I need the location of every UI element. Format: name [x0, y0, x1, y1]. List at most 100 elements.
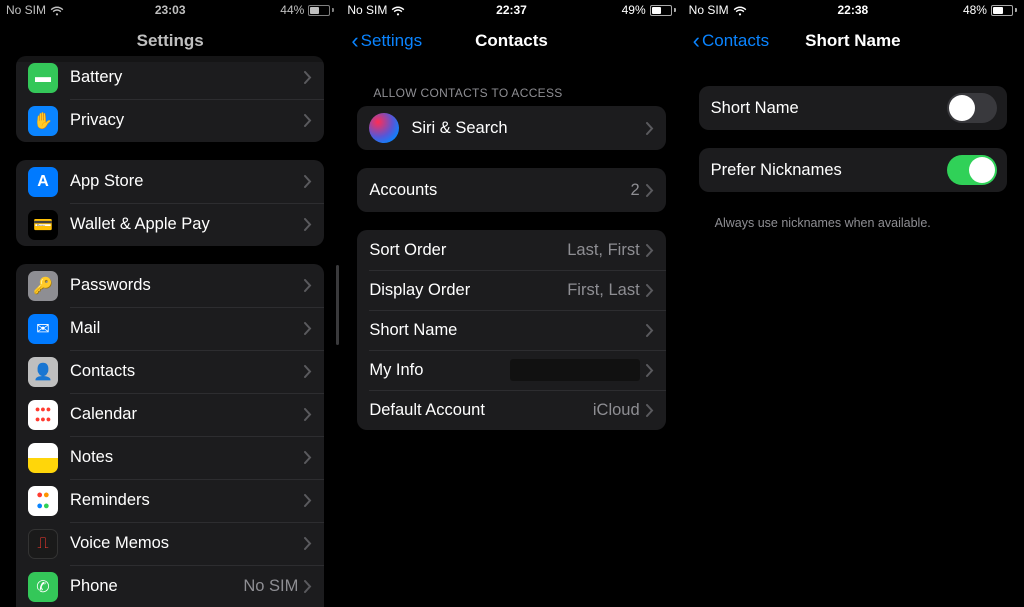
short-name-toggle[interactable]	[947, 93, 997, 123]
wallet-icon: 💳	[28, 210, 58, 240]
group-contacts-options: Sort Order Last, First Display Order Fir…	[357, 230, 665, 430]
row-appstore[interactable]: A App Store	[16, 160, 324, 203]
row-label: Display Order	[369, 281, 567, 300]
row-phone[interactable]: ✆ Phone No SIM	[16, 565, 324, 607]
chevron-right-icon	[646, 404, 654, 417]
group-short-name-toggle: Short Name	[699, 86, 1007, 130]
screen-short-name: No SIM 22:38 48% ‹ Contacts Short Name S…	[683, 0, 1024, 607]
chevron-right-icon	[646, 324, 654, 337]
chevron-right-icon	[304, 279, 312, 292]
row-mail[interactable]: ✉ Mail	[16, 307, 324, 350]
row-label: Passwords	[70, 276, 304, 295]
row-my-info[interactable]: My Info	[357, 350, 665, 390]
appstore-icon: A	[28, 167, 58, 197]
status-bar: No SIM 22:38 48%	[683, 0, 1023, 20]
row-label: Calendar	[70, 405, 304, 424]
back-button[interactable]: ‹ Contacts	[693, 30, 769, 52]
row-privacy[interactable]: ✋ Privacy	[16, 99, 324, 142]
calendar-icon: ●●●●●●	[28, 400, 58, 430]
row-contacts[interactable]: 👤 Contacts	[16, 350, 324, 393]
chevron-right-icon	[646, 364, 654, 377]
privacy-icon: ✋	[28, 106, 58, 136]
row-wallet[interactable]: 💳 Wallet & Apple Pay	[16, 203, 324, 246]
chevron-right-icon	[304, 322, 312, 335]
voicememos-icon: ⎍	[28, 529, 58, 559]
mail-icon: ✉	[28, 314, 58, 344]
chevron-right-icon	[646, 244, 654, 257]
clock: 23:03	[0, 3, 340, 17]
clock: 22:37	[341, 3, 681, 17]
scroll-indicator[interactable]	[336, 265, 339, 345]
row-label: Voice Memos	[70, 534, 304, 553]
row-sort-order[interactable]: Sort Order Last, First	[357, 230, 665, 270]
chevron-right-icon	[304, 71, 312, 84]
page-title: Settings	[0, 31, 340, 51]
chevron-right-icon	[304, 218, 312, 231]
status-bar: No SIM 23:03 44%	[0, 0, 340, 20]
battery-settings-icon: ▬	[28, 63, 58, 93]
row-short-name-toggle[interactable]: Short Name	[699, 86, 1007, 130]
footer-text: Always use nicknames when available.	[699, 210, 1007, 230]
row-label: Default Account	[369, 401, 593, 420]
row-label: My Info	[369, 361, 509, 380]
row-label: Short Name	[369, 321, 645, 340]
siri-icon	[369, 113, 399, 143]
row-reminders[interactable]: ●●●● Reminders	[16, 479, 324, 522]
row-value: Last, First	[567, 241, 639, 260]
chevron-right-icon	[304, 494, 312, 507]
group-siri: Siri & Search	[357, 106, 665, 150]
my-info-redacted	[510, 359, 640, 381]
settings-group-store: A App Store 💳 Wallet & Apple Pay	[16, 160, 324, 246]
row-display-order[interactable]: Display Order First, Last	[357, 270, 665, 310]
section-header: ALLOW CONTACTS TO ACCESS	[357, 86, 665, 106]
chevron-right-icon	[304, 408, 312, 421]
chevron-right-icon	[304, 451, 312, 464]
reminders-icon: ●●●●	[28, 486, 58, 516]
chevron-right-icon	[646, 284, 654, 297]
row-label: Prefer Nicknames	[711, 161, 947, 180]
row-short-name[interactable]: Short Name	[357, 310, 665, 350]
back-label: Contacts	[702, 31, 769, 51]
row-notes[interactable]: Notes	[16, 436, 324, 479]
row-calendar[interactable]: ●●●●●● Calendar	[16, 393, 324, 436]
row-label: Short Name	[711, 99, 947, 118]
settings-group-general-continued: ▬ Battery ✋ Privacy	[16, 56, 324, 142]
row-label: Siri & Search	[411, 119, 645, 138]
status-bar: No SIM 22:37 49%	[341, 0, 681, 20]
row-label: Phone	[70, 577, 243, 596]
row-siri-search[interactable]: Siri & Search	[357, 106, 665, 150]
contacts-icon: 👤	[28, 357, 58, 387]
nav-bar: ‹ Settings Contacts	[341, 20, 681, 62]
row-battery[interactable]: ▬ Battery	[16, 56, 324, 99]
row-passwords[interactable]: 🔑 Passwords	[16, 264, 324, 307]
phone-icon: ✆	[28, 572, 58, 602]
screen-settings: No SIM 23:03 44% Settings ▬ Battery	[0, 0, 341, 607]
chevron-right-icon	[304, 114, 312, 127]
row-value: 2	[630, 181, 639, 200]
row-label: Wallet & Apple Pay	[70, 215, 304, 234]
chevron-right-icon	[304, 365, 312, 378]
prefer-nicknames-toggle[interactable]	[947, 155, 997, 185]
group-nicknames: Prefer Nicknames	[699, 148, 1007, 192]
row-prefer-nicknames[interactable]: Prefer Nicknames	[699, 148, 1007, 192]
passwords-icon: 🔑	[28, 271, 58, 301]
row-voicememos[interactable]: ⎍ Voice Memos	[16, 522, 324, 565]
screen-contacts-settings: No SIM 22:37 49% ‹ Settings Contacts ALL…	[341, 0, 682, 607]
row-default-account[interactable]: Default Account iCloud	[357, 390, 665, 430]
chevron-right-icon	[646, 122, 654, 135]
row-label: App Store	[70, 172, 304, 191]
group-accounts: Accounts 2	[357, 168, 665, 212]
row-accounts[interactable]: Accounts 2	[357, 168, 665, 212]
row-label: Notes	[70, 448, 304, 467]
back-button[interactable]: ‹ Settings	[351, 30, 422, 52]
chevron-right-icon	[304, 580, 312, 593]
nav-bar: ‹ Contacts Short Name	[683, 20, 1023, 62]
notes-icon	[28, 443, 58, 473]
chevron-left-icon: ‹	[351, 30, 358, 52]
row-value: No SIM	[243, 577, 298, 596]
clock: 22:38	[683, 3, 1023, 17]
chevron-left-icon: ‹	[693, 30, 700, 52]
chevron-right-icon	[304, 175, 312, 188]
row-value: iCloud	[593, 401, 640, 420]
chevron-right-icon	[646, 184, 654, 197]
